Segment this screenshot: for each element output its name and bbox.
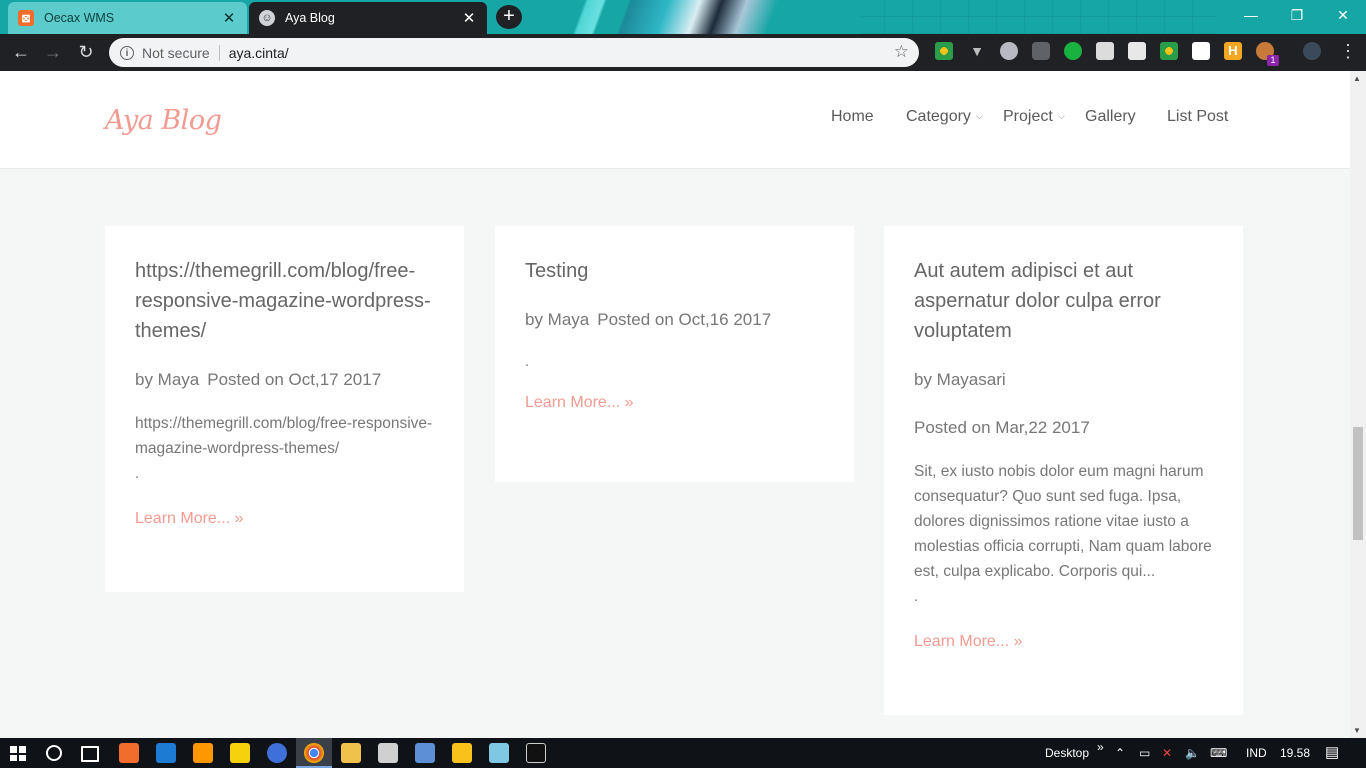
security-label: Not secure [142,44,210,61]
learn-more-link[interactable]: Learn More... » [135,510,434,528]
action-center-icon[interactable]: ▤ [1325,738,1339,768]
minimize-button[interactable]: — [1228,0,1274,30]
system-clock[interactable]: 19.58 [1280,738,1310,768]
git-icon[interactable] [452,743,472,763]
tab-oecax-wms[interactable]: ⊠ Oecax WMS ✕ [8,2,247,34]
keyboard-app-icon[interactable] [415,743,435,763]
browser-tab-strip: ⊠ Oecax WMS ✕ ☺ Aya Blog ✕ + — ❐ ✕ [0,0,1366,34]
browser-menu-icon[interactable]: ⋮ [1339,42,1357,60]
post-excerpt: Sit, ex iusto nobis dolor eum magni haru… [914,463,1212,580]
tab-aya-blog[interactable]: ☺ Aya Blog ✕ [249,2,487,34]
site-logo[interactable]: Aya Blog [105,105,222,136]
windows-taskbar: Desktop » ⌃ ▭ ✕ 🔈 ⌨ IND 19.58 ▤ [0,738,1366,768]
scrollbar-thumb[interactable] [1353,427,1363,540]
restore-button[interactable]: ❐ [1274,0,1320,30]
post-meta: by Maya Posted on Oct,16 2017 [525,305,824,335]
touch-keyboard-icon[interactable]: ⌨ [1210,738,1227,768]
extension-icon[interactable] [1160,42,1178,60]
post-author: by Maya [525,310,590,329]
profile-avatar[interactable] [1303,42,1321,60]
nav-category[interactable]: Category [906,108,971,126]
search-icon[interactable] [46,745,62,761]
post-date: Posted on Oct,17 2017 [207,370,382,389]
page-viewport: Aya Blog Home Category ⌵ Project ⌵ Galle… [0,71,1350,738]
address-bar[interactable]: i Not secure aya.cinta/ ☆ [109,38,919,67]
anime-banner-artwork [560,0,860,34]
command-prompt-icon[interactable] [526,743,546,763]
url-text[interactable]: aya.cinta/ [229,45,289,61]
lightbulb-icon[interactable] [1032,42,1050,60]
learn-more-link[interactable]: Learn More... » [525,394,824,412]
tab-title: Aya Blog [285,11,335,25]
show-hidden-icons-icon[interactable]: ⌃ [1115,738,1125,768]
post-title[interactable]: Testing [525,256,824,286]
nav-home[interactable]: Home [831,108,874,126]
xampp-icon: ⊠ [18,10,34,26]
forward-arrow-icon[interactable]: → [41,40,65,64]
scroll-down-arrow-icon[interactable]: ▼ [1353,726,1361,735]
learn-more-link[interactable]: Learn More... » [914,633,1213,651]
extension-icon[interactable] [935,42,953,60]
nav-list-post[interactable]: List Post [1167,108,1228,126]
remote-desktop-icon[interactable] [489,743,509,763]
xampp-icon[interactable] [119,743,139,763]
reload-icon[interactable]: ↻ [74,40,98,64]
bookmark-star-icon[interactable]: ☆ [894,42,909,62]
info-icon[interactable]: i [120,45,134,60]
input-language[interactable]: IND [1246,738,1267,768]
post-excerpt: https://themegrill.com/blog/free-respons… [135,415,433,457]
chevron-down-icon: ⌵ [1058,111,1065,121]
post-title[interactable]: https://themegrill.com/blog/free-respons… [135,256,434,346]
notes-icon[interactable] [1128,42,1146,60]
post-date: Posted on Mar,22 2017 [914,418,1090,437]
share-icon[interactable] [1064,42,1082,60]
vimium-icon[interactable]: ▼ [968,42,986,60]
post-meta: by Maya Posted on Oct,17 2017 [135,365,434,395]
windows-start-icon[interactable] [10,746,26,761]
close-tab-icon[interactable]: ✕ [221,9,237,27]
browser-icon[interactable] [267,743,287,763]
nav-gallery[interactable]: Gallery [1085,108,1136,126]
vscode-icon[interactable] [156,743,176,763]
media-player-icon[interactable] [378,743,398,763]
desktop-toolbar-label[interactable]: Desktop [1045,738,1089,768]
back-arrow-icon[interactable]: ← [9,40,33,64]
post-date: Posted on Oct,16 2017 [597,310,772,329]
nav-project[interactable]: Project [1003,108,1053,126]
toolbar-chevron[interactable]: » [1097,732,1104,762]
documents-icon[interactable] [1096,42,1114,60]
h-extension-icon[interactable]: H [1224,42,1242,60]
address-divider [218,44,220,61]
task-view-icon[interactable] [81,746,99,762]
excerpt-ellipsis: . [914,588,919,605]
site-header: Aya Blog Home Category ⌵ Project ⌵ Galle… [0,71,1350,169]
post-author: by Maya [135,370,200,389]
page-scrollbar[interactable]: ▲ ▼ [1350,71,1366,738]
file-explorer-icon[interactable] [341,743,361,763]
anime-avatar-icon: ☺ [259,10,275,26]
post-card: https://themegrill.com/blog/free-respons… [105,226,464,592]
new-tab-button[interactable]: + [496,5,522,29]
tab-title: Oecax WMS [44,11,115,25]
network-disconnected-icon[interactable]: ✕ [1162,738,1172,768]
bookmark-extension-icon[interactable] [1192,42,1210,60]
extension-icon[interactable] [1000,42,1018,60]
volume-icon[interactable]: 🔈 [1185,738,1200,768]
chrome-icon[interactable] [304,743,324,763]
post-title[interactable]: Aut autem adipisci et aut aspernatur dol… [914,256,1213,346]
battery-icon[interactable]: ▭ [1139,738,1150,768]
chevron-down-icon: ⌵ [976,111,983,121]
scroll-up-arrow-icon[interactable]: ▲ [1353,74,1361,83]
sticky-notes-icon[interactable] [230,743,250,763]
close-window-button[interactable]: ✕ [1320,0,1366,30]
close-tab-icon[interactable]: ✕ [461,9,477,27]
post-author: by Mayasari [914,370,1006,389]
excerpt-ellipsis: . [135,465,140,482]
sublime-text-icon[interactable] [193,743,213,763]
post-card: Aut autem adipisci et aut aspernatur dol… [884,226,1243,715]
post-card: Testing by Maya Posted on Oct,16 2017 . L… [495,226,854,482]
extension-badge: 1 [1267,55,1279,66]
excerpt-ellipsis: . [525,353,530,370]
